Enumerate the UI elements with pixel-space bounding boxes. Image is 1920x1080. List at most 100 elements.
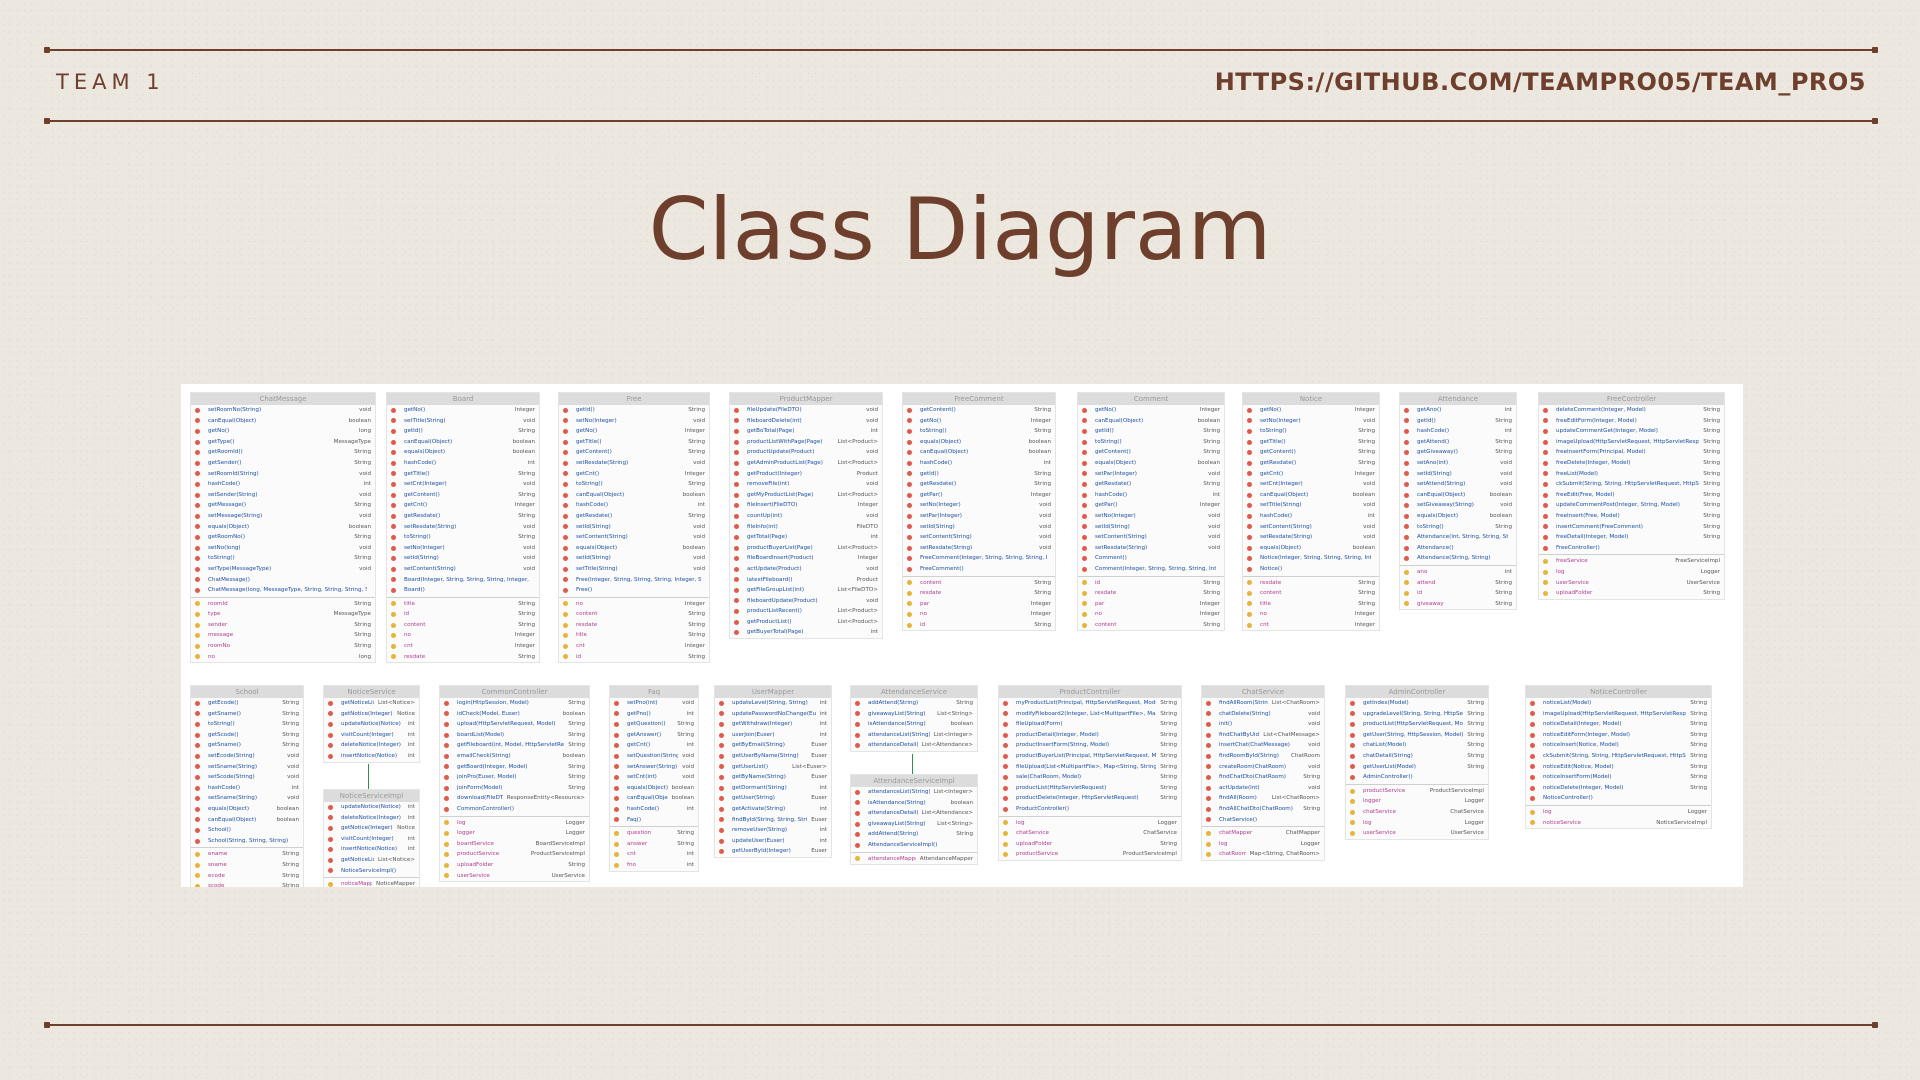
member-type: void xyxy=(866,512,878,519)
method-icon xyxy=(1543,450,1548,456)
method-icon xyxy=(734,630,739,636)
method-icon xyxy=(1247,428,1252,434)
method-icon xyxy=(1543,534,1548,540)
member-type: Euser xyxy=(811,752,827,759)
method-row: fileInfo(int) FileDTO xyxy=(730,522,882,533)
member-type: List<Notice> xyxy=(377,856,415,863)
member-signature: noticeDelete(Integer, Model) xyxy=(1543,784,1624,791)
method-row: setCnt(Integer) void xyxy=(1243,479,1379,490)
member-type: ChatService xyxy=(1143,830,1177,837)
member-signature: noticeMapper xyxy=(341,881,373,887)
member-type: int xyxy=(363,481,371,488)
method-icon xyxy=(328,711,333,717)
member-signature: setPno(int) xyxy=(627,700,658,706)
member-type: String xyxy=(1690,784,1707,791)
member-signature: Notice() xyxy=(1260,565,1283,572)
method-row: fileBoardInsert(Product) Integer xyxy=(730,553,882,564)
member-type: void xyxy=(1039,502,1051,509)
member-signature: toString() xyxy=(404,534,431,541)
method-icon xyxy=(1530,711,1535,717)
member-type: int xyxy=(819,784,827,791)
member-type: boolean xyxy=(1197,459,1220,466)
field-row: freeService FreeServiceImpl xyxy=(1539,556,1724,567)
field-icon xyxy=(563,654,568,660)
member-signature: productList(HttpServletRequest, Model) xyxy=(1363,721,1464,728)
member-type: void xyxy=(523,544,535,551)
member-signature: getTitle() xyxy=(404,470,430,477)
method-icon xyxy=(1082,566,1087,572)
method-icon xyxy=(907,450,912,456)
member-type: List<FileDTO> xyxy=(837,587,878,594)
method-row: setType(MessageType) void xyxy=(191,564,375,575)
member-signature: productList(HttpServletRequest) xyxy=(1016,784,1107,791)
member-signature: Faq() xyxy=(627,816,642,823)
member-signature: imageUpload(HttpServletRequest, HttpServ… xyxy=(1556,438,1699,445)
member-signature: fileInfo(int) xyxy=(747,523,778,530)
method-row: updateCommentPost(Integer, String, Model… xyxy=(1539,500,1724,511)
member-type: int xyxy=(407,814,415,821)
separator xyxy=(1400,564,1516,566)
member-signature: getProductList() xyxy=(747,618,792,625)
method-icon xyxy=(614,764,619,770)
member-signature: no xyxy=(404,632,411,639)
member-signature: attendanceDetail(String) xyxy=(868,742,918,749)
member-signature: canEqual(Object) xyxy=(1417,491,1466,498)
github-url[interactable]: HTTPS://GITHUB.COM/TEAMPRO05/TEAM_PRO5 xyxy=(1215,68,1866,96)
field-icon xyxy=(1247,612,1252,618)
method-icon xyxy=(1206,806,1211,812)
method-icon xyxy=(734,503,739,509)
method-icon xyxy=(391,471,396,477)
member-signature: FreeController() xyxy=(1556,544,1600,551)
method-icon xyxy=(1082,407,1087,413)
method-icon xyxy=(855,700,860,706)
member-signature: id xyxy=(920,621,926,628)
method-row: userJoin(Euser) int xyxy=(715,730,831,741)
member-signature: visitCount(Integer) xyxy=(341,731,394,738)
method-row: attendanceDetail(String)List<Attendance> xyxy=(851,740,977,751)
method-row: updatePasswordNoChange(Euser)int xyxy=(715,709,831,720)
member-signature: canEqual(Object) xyxy=(576,491,625,498)
member-type: String xyxy=(568,721,585,728)
field-icon xyxy=(1206,841,1211,847)
member-type: void xyxy=(359,565,371,572)
field-icon xyxy=(195,852,200,858)
method-icon xyxy=(1247,524,1252,530)
method-row: freeInsert(Free, Model) String xyxy=(1539,511,1724,522)
member-signature: setCnt(Integer) xyxy=(404,481,447,488)
member-signature: sale(ChatRoom, Model) xyxy=(1016,774,1082,781)
field-icon xyxy=(1404,580,1409,586)
method-row: setContent(String) void xyxy=(1078,532,1224,543)
method-icon xyxy=(1350,774,1355,780)
member-signature: setContent(String) xyxy=(1260,523,1312,530)
separator xyxy=(1202,826,1324,828)
member-signature: setTitle(String) xyxy=(404,417,446,424)
member-signature: uploadFolder xyxy=(457,861,494,868)
bottom-rule xyxy=(44,1022,1878,1028)
member-type: String xyxy=(688,653,705,660)
method-row: setMessage(String) void xyxy=(191,511,375,522)
field-row: ecode String xyxy=(191,871,303,882)
member-type: ProductServiceImpl xyxy=(530,851,585,858)
member-signature: getAttend() xyxy=(1417,438,1450,445)
field-row: chatService ChatService xyxy=(1346,807,1488,818)
method-row: login(HttpSession, Model) String xyxy=(440,698,589,709)
method-row: equals(Object) boolean xyxy=(1243,543,1379,554)
method-row: getId() String xyxy=(559,405,709,416)
field-icon xyxy=(1543,559,1548,565)
method-icon xyxy=(734,428,739,434)
method-icon xyxy=(328,857,333,863)
class-name: ProductController xyxy=(999,686,1181,698)
member-signature: setType(MessageType) xyxy=(208,565,272,572)
method-row: getNo() Integer xyxy=(387,405,539,416)
member-type: NoticeServiceImpl xyxy=(1656,819,1707,826)
member-type: int xyxy=(819,721,827,728)
member-type: FileDTO xyxy=(856,523,879,530)
method-row: setId(String) void xyxy=(1078,522,1224,533)
class-box: NoticeServicegetNoticeList()List<Notice>… xyxy=(323,685,420,763)
field-row: uploadFolder String xyxy=(1539,588,1724,599)
method-icon xyxy=(563,407,568,413)
method-row: Notice() xyxy=(1243,564,1379,575)
method-row: setPar(Integer) void xyxy=(903,511,1055,522)
member-type: boolean xyxy=(682,544,705,551)
member-type: int xyxy=(819,731,827,738)
